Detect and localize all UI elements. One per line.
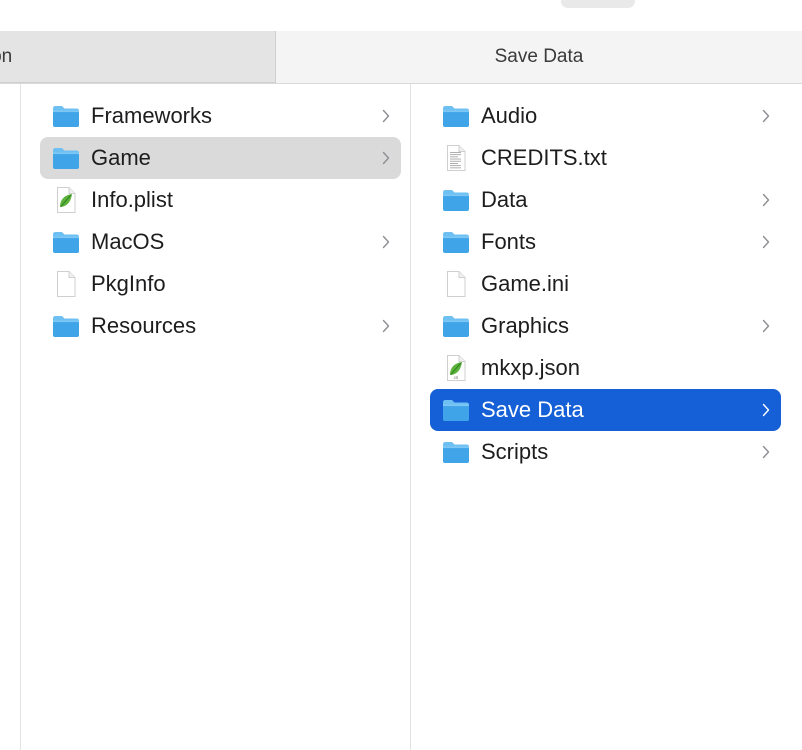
list-item-credits-txt[interactable]: CREDITS.txt [430,137,781,179]
list-item-frameworks[interactable]: Frameworks [40,95,401,137]
plist-file-icon [51,185,81,215]
list-item-pkginfo[interactable]: PkgInfo [40,263,401,305]
list-item-label: Scripts [481,439,549,464]
list-item-label: CREDITS.txt [481,145,607,170]
column-browser-right[interactable]: Audio CREDITS.txt Data Fonts Game.ini Graphic… [411,84,802,750]
folder-icon [441,101,471,131]
list-item-macos[interactable]: MacOS [40,221,401,263]
chevron-right-icon [381,234,391,250]
folder-icon [441,437,471,467]
list-item-label: Data [481,187,528,212]
list-item-label: PkgInfo [91,271,166,296]
list-item-game-ini[interactable]: Game.ini [430,263,781,305]
list-item-info-plist[interactable]: Info.plist [40,179,401,221]
chevron-right-icon [761,234,771,250]
folder-icon [441,227,471,257]
folder-icon [51,143,81,173]
folder-icon [441,311,471,341]
text-file-icon [441,143,471,173]
file-list-right: Audio CREDITS.txt Data Fonts Game.ini Graphic… [411,95,802,473]
list-item-data[interactable]: Data [430,179,781,221]
list-item-scripts[interactable]: Scripts [430,431,781,473]
tab-save-data-label: Save Data [494,46,584,67]
list-item-mkxp-json[interactable]: JS mkxp.json [430,347,781,389]
folder-icon [441,185,471,215]
tab-application[interactable]: ation [0,31,276,83]
list-item-game[interactable]: Game [40,137,401,179]
chevron-right-icon [761,318,771,334]
json-file-icon: JS [441,353,471,383]
list-item-label: Frameworks [91,103,213,128]
chevron-right-icon [381,150,391,166]
file-list-middle: Frameworks Game Info.plist MacOS PkgInfo Reso… [21,95,410,347]
list-item-label: Resources [91,313,197,338]
folder-icon [51,311,81,341]
list-item-label: MacOS [91,229,165,254]
list-item-save-data[interactable]: Save Data [430,389,781,431]
column-browser-middle[interactable]: Frameworks Game Info.plist MacOS PkgInfo Reso… [21,84,411,750]
chevron-right-icon [761,444,771,460]
blank-file-icon [441,269,471,299]
chevron-right-icon [761,192,771,208]
svg-text:JS: JS [454,375,459,380]
window-top-area [0,0,802,31]
chevron-right-icon [761,108,771,124]
column-browser-left[interactable] [0,84,21,750]
tab-application-label: ation [0,45,13,67]
folder-icon [51,101,81,131]
list-item-resources[interactable]: Resources [40,305,401,347]
list-item-label: Game [91,145,151,170]
list-item-fonts[interactable]: Fonts [430,221,781,263]
list-item-label: Graphics [481,313,570,338]
chevron-right-icon [381,108,391,124]
list-item-label: mkxp.json [481,355,581,380]
list-item-graphics[interactable]: Graphics [430,305,781,347]
list-item-label: Save Data [481,397,584,422]
tab-save-data[interactable]: Save Data [276,31,802,83]
folder-icon [441,395,471,425]
chevron-right-icon [381,318,391,334]
list-item-audio[interactable]: Audio [430,95,781,137]
blank-file-icon [51,269,81,299]
list-item-label: Info.plist [91,187,173,212]
chevron-right-icon [761,402,771,418]
list-item-label: Audio [481,103,538,128]
folder-icon [51,227,81,257]
toolbar-control-fragment[interactable] [561,0,635,8]
tab-bar: ation Save Data [0,31,802,84]
list-item-label: Game.ini [481,271,570,296]
list-item-label: Fonts [481,229,537,254]
